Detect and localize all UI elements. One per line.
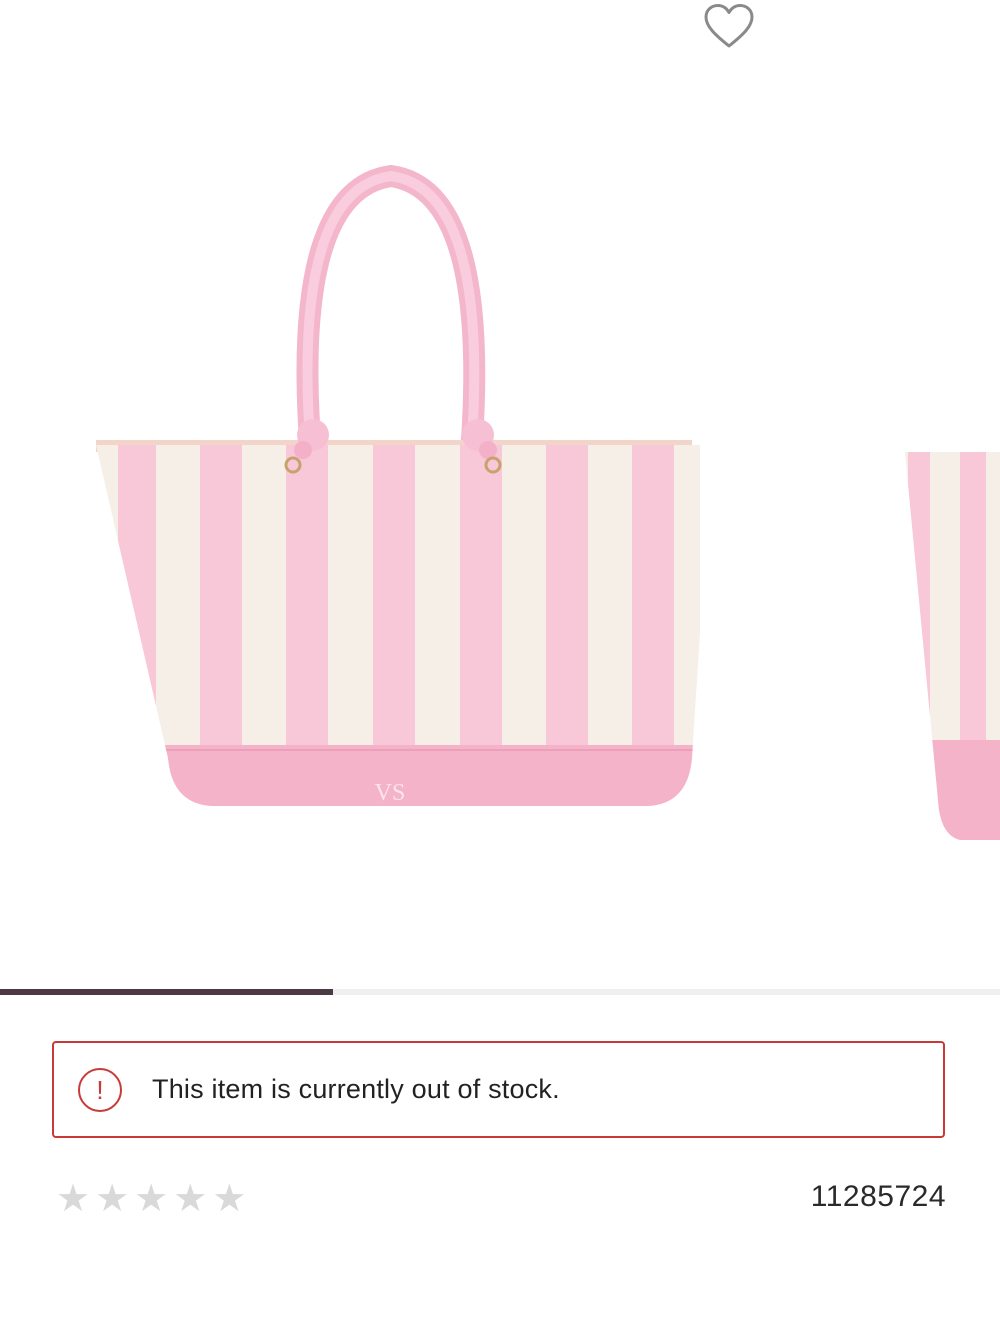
product-sku: 11285724 xyxy=(810,1180,946,1213)
bag-body xyxy=(96,445,700,806)
gallery-progress-indicator xyxy=(0,989,333,995)
out-of-stock-alert: ! This item is currently out of stock. xyxy=(52,1041,945,1138)
heart-outline-icon xyxy=(704,4,754,48)
star-icon: ★ xyxy=(56,1178,91,1220)
bag-monogram: VS xyxy=(375,780,406,806)
exclamation-circle-icon: ! xyxy=(78,1067,122,1112)
star-icon: ★ xyxy=(173,1178,208,1220)
next-product-image[interactable] xyxy=(900,440,1000,840)
star-icon: ★ xyxy=(95,1178,130,1220)
gallery-progress-bar xyxy=(0,989,1000,995)
star-icon: ★ xyxy=(134,1178,169,1220)
product-image[interactable]: VS xyxy=(88,160,700,840)
product-image-gallery[interactable]: VS xyxy=(0,0,1000,990)
star-icon: ★ xyxy=(212,1178,247,1220)
rating-stars[interactable]: ★ ★ ★ ★ ★ xyxy=(56,1180,246,1218)
favorite-button[interactable] xyxy=(700,0,758,52)
alert-message: This item is currently out of stock. xyxy=(152,1074,560,1104)
